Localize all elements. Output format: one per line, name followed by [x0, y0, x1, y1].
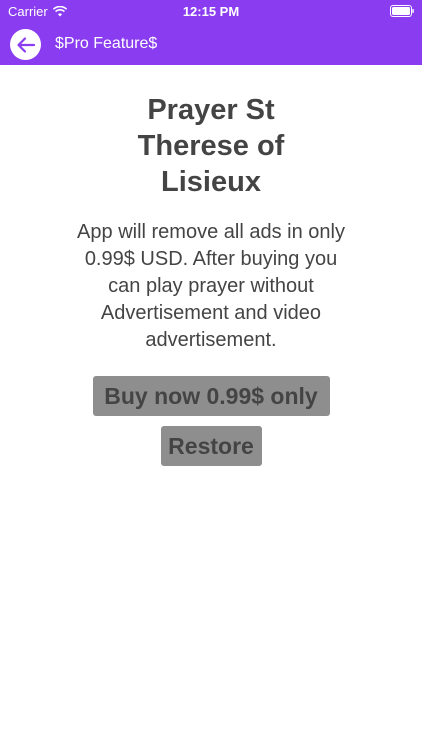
arrow-left-icon	[16, 36, 35, 53]
navigation-bar: $Pro Feature$	[0, 22, 422, 65]
battery-icon	[390, 5, 414, 17]
pro-description: App will remove all ads in only 0.99$ US…	[77, 221, 345, 351]
status-time: 12:15 PM	[182, 4, 240, 19]
status-bar: Carrier 12:15 PM	[0, 0, 422, 22]
page-title: $Pro Feature$	[55, 35, 158, 52]
prayer-title: Prayer St Therese of Lisieux	[137, 94, 285, 198]
back-button[interactable]	[10, 29, 41, 60]
buy-now-button[interactable]: Buy now 0.99$ only	[92, 376, 330, 416]
pro-feature-content: Prayer St Therese of Lisieux App will re…	[0, 65, 422, 466]
restore-button[interactable]: Restore	[160, 426, 262, 466]
app-header: Carrier 12:15 PM $Pro Feature$	[0, 0, 422, 65]
